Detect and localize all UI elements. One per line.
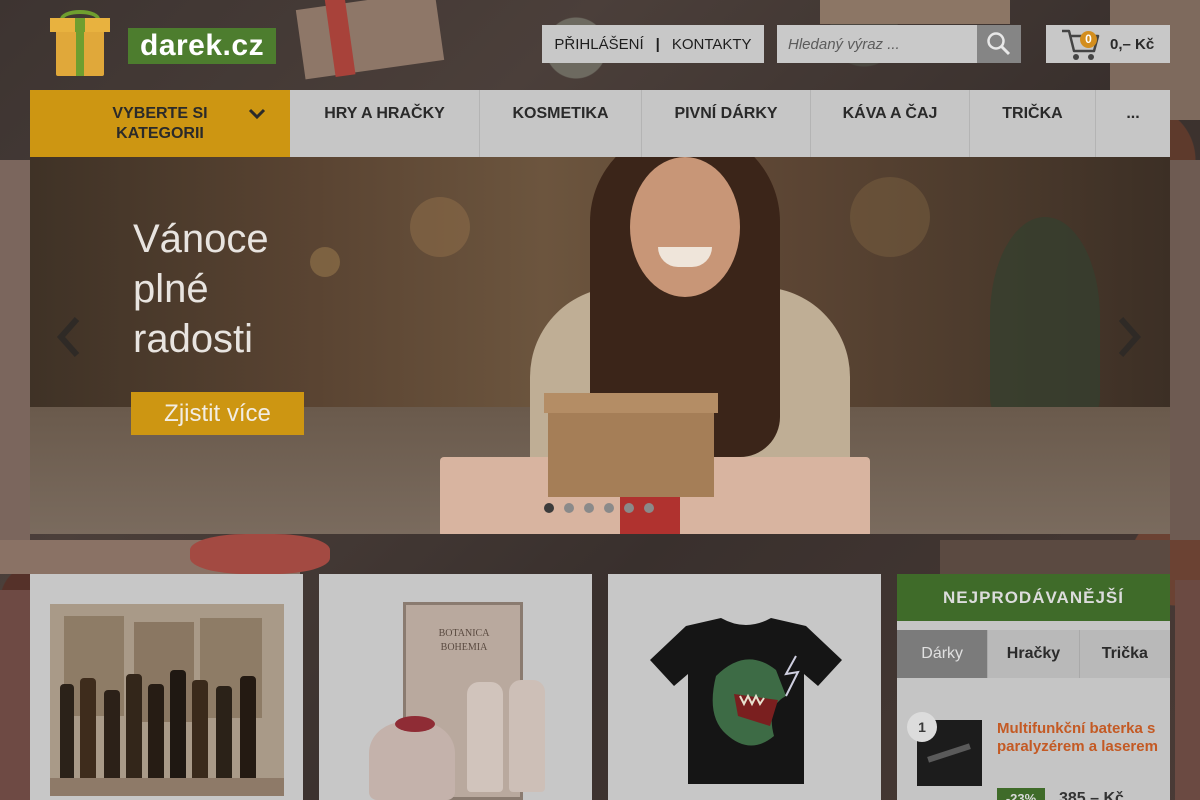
contacts-link[interactable]: KONTAKTY [672,36,752,53]
bestsellers-panel: NEJPRODÁVANĚJŠÍ Dárky Hračky Trička 1 Mu… [897,574,1170,800]
search-input[interactable] [777,25,977,63]
bestseller-item[interactable]: 1 Multifunkční baterka s paralyzérem a l… [907,712,1167,800]
hero-carousel: Vánoce plné radosti Zjistit více [30,157,1170,534]
tab-darky[interactable]: Dárky [897,630,989,678]
search-icon [987,32,1011,56]
discount-badge: -23% [997,788,1045,800]
botanica-bohemia-image: BOTANICA BOHEMIA [359,598,559,800]
login-link[interactable]: PŘIHLÁŠENÍ [554,36,643,53]
category-dropdown[interactable]: VYBERTE SI KATEGORII [30,90,290,157]
carousel-dot[interactable] [544,503,554,513]
chevron-left-icon [56,317,80,357]
banner-title-line-2: plné [133,267,209,311]
product-card-dinosaur-tshirt[interactable] [608,574,881,800]
bestseller-name[interactable]: Multifunkční baterka s paralyzérem a las… [997,720,1167,756]
tab-hracky[interactable]: Hračky [988,630,1080,678]
category-dropdown-label-2: KATEGORII [116,124,204,142]
logo-text: darek.cz [128,28,277,64]
user-links-separator: | [655,35,660,53]
nav-item-hry-a-hracky[interactable]: HRY A HRAČKY [290,90,480,157]
main-navigation: VYBERTE SI KATEGORII HRY A HRAČKY KOSMET… [30,90,1170,157]
cart-total: 0,– Kč [1110,35,1155,53]
gift-icon [50,18,110,76]
bokeh-light [850,177,930,257]
banner-cta-button[interactable]: Zjistit více [131,392,304,435]
banner-girl-face [630,157,740,297]
carousel-dot[interactable] [644,503,654,513]
christmas-tree [990,217,1100,417]
bestseller-price: 385,– Kč [1059,790,1124,800]
site-logo[interactable]: darek.cz [40,8,280,80]
category-dropdown-label-1: VYBERTE SI [112,104,208,122]
nav-item-kosmetika[interactable]: KOSMETIKA [480,90,642,157]
beer-gift-set-image [50,604,284,796]
banner-title: Vánoce plné radosti [133,214,269,364]
nav-item-more[interactable]: ... [1096,90,1170,157]
cart-count-badge: 0 [1080,31,1097,48]
bestsellers-title: NEJPRODÁVANĚJŠÍ [897,574,1170,621]
carousel-dot[interactable] [564,503,574,513]
nav-item-tricka[interactable]: TRIČKA [970,90,1096,157]
banner-gift-box-small [548,401,714,497]
dinosaur-tshirt-image [646,616,846,788]
product-card-botanica-bohemia[interactable]: BOTANICA BOHEMIA [319,574,592,800]
botanica-label-2: BOHEMIA [440,642,488,653]
tab-tricka[interactable]: Trička [1080,630,1170,678]
cart-button[interactable]: 0 0,– Kč [1046,25,1170,63]
carousel-next-button[interactable] [1110,307,1150,367]
banner-gift-box-lid [544,393,718,413]
bestsellers-tabs: Dárky Hračky Trička [897,630,1170,678]
nav-item-kava-a-caj[interactable]: KÁVA A ČAJ [811,90,970,157]
carousel-dot[interactable] [624,503,634,513]
user-links: PŘIHLÁŠENÍ | KONTAKTY [542,25,764,63]
rank-badge: 1 [907,712,937,742]
carousel-prev-button[interactable] [48,307,88,367]
carousel-dot[interactable] [584,503,594,513]
carousel-dot[interactable] [604,503,614,513]
search-bar [777,25,1021,63]
chevron-right-icon [1118,317,1142,357]
bokeh-light [410,197,470,257]
nav-item-pivni-darky[interactable]: PIVNÍ DÁRKY [642,90,811,157]
search-button[interactable] [977,25,1021,63]
banner-title-line-1: Vánoce [133,217,269,261]
cart-icon: 0 [1060,27,1100,61]
chevron-down-icon [248,108,266,120]
product-card-beer-gift-set[interactable] [30,574,303,800]
banner-title-line-3: radosti [133,317,254,361]
bokeh-light [310,247,340,277]
carousel-dots [544,503,654,513]
